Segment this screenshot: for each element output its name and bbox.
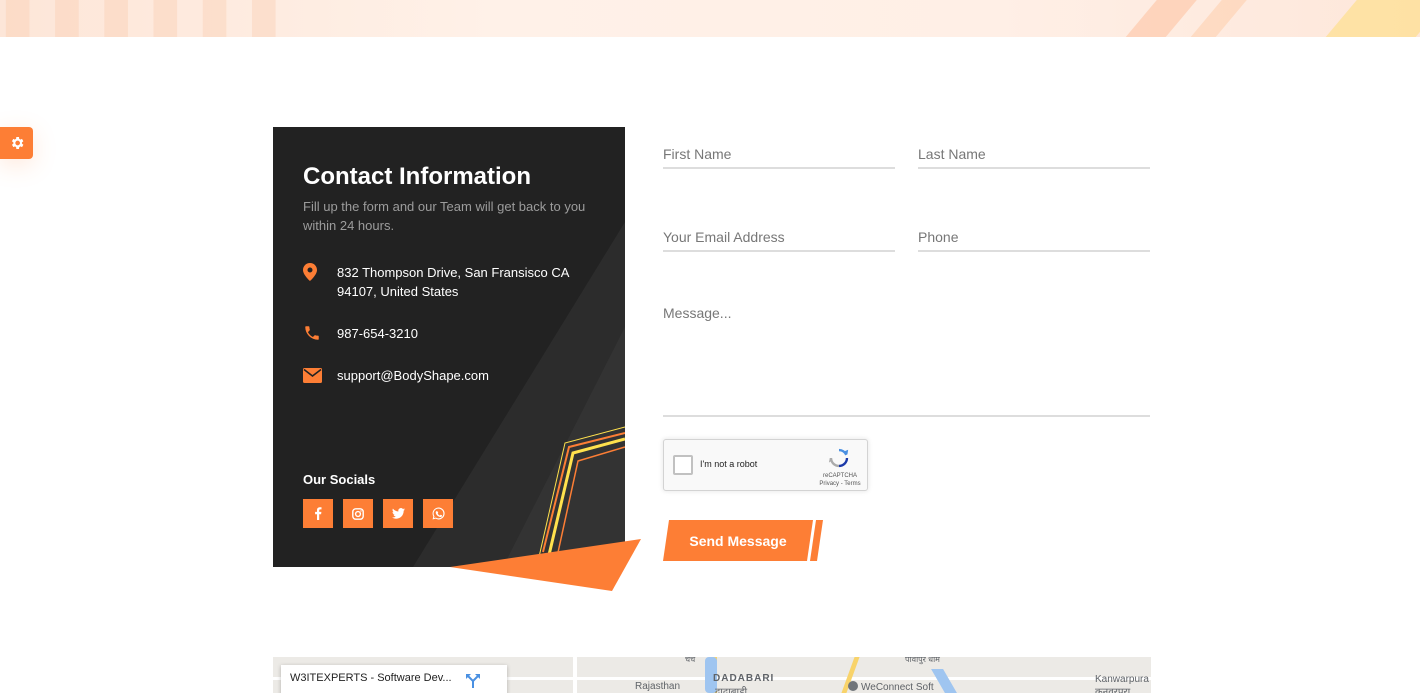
recaptcha-label: I'm not a robot xyxy=(700,459,758,469)
email-input[interactable] xyxy=(663,214,895,250)
map-pin-icon xyxy=(848,681,858,691)
recaptcha-widget: I'm not a robot reCAPTCHA Privacy - Term… xyxy=(663,439,868,491)
recaptcha-logo-icon xyxy=(828,448,849,468)
first-name-input[interactable] xyxy=(663,131,895,167)
location-pin-icon xyxy=(303,263,337,281)
phone-row: 987-654-3210 xyxy=(303,324,587,343)
instagram-button[interactable] xyxy=(343,499,373,528)
recaptcha-brand: reCAPTCHA xyxy=(822,473,857,479)
twitter-button[interactable] xyxy=(383,499,413,528)
directions-icon[interactable] xyxy=(465,673,481,689)
address-text: 832 Thompson Drive, San Fransisco CA 941… xyxy=(337,265,569,299)
gear-icon xyxy=(11,137,23,149)
phone-field[interactable] xyxy=(918,214,1150,252)
last-name-input[interactable] xyxy=(918,131,1150,167)
location-map[interactable]: Rajasthan DADABARI दादाबाड़ी WeConnect S… xyxy=(273,657,1151,693)
map-label-weconnect: WeConnect Soft xyxy=(848,681,934,693)
recaptcha-checkbox[interactable] xyxy=(673,455,693,475)
instagram-icon xyxy=(352,507,364,520)
banner-watermark: ▮▮▮▮▮▮ xyxy=(0,0,296,37)
phone-icon xyxy=(303,324,337,342)
address-row: 832 Thompson Drive, San Fransisco CA 941… xyxy=(303,263,587,301)
facebook-button[interactable] xyxy=(303,499,333,528)
map-place-card[interactable]: W3ITEXPERTS - Software Dev... xyxy=(281,665,507,693)
envelope-icon xyxy=(303,366,337,383)
map-label-pavapur: पावापुर धाम xyxy=(905,657,940,664)
contact-info-card: Contact Information Fill up the form and… xyxy=(273,127,625,567)
twitter-icon xyxy=(391,508,405,519)
contact-title: Contact Information xyxy=(303,163,531,190)
send-message-button[interactable]: Send Message xyxy=(663,520,823,561)
map-label-dadabari-hindi: दादाबाड़ी xyxy=(715,687,748,693)
recaptcha-brand-text: reCAPTCHA Privacy - Terms xyxy=(815,472,865,488)
phone-input[interactable] xyxy=(918,214,1150,250)
email-text[interactable]: support@BodyShape.com xyxy=(337,366,587,385)
map-label-weconnect-text: WeConnect Soft xyxy=(861,682,934,693)
top-banner: ▮▮▮▮▮▮ xyxy=(0,0,1420,37)
settings-gear-button[interactable] xyxy=(0,127,33,159)
map-label-church: चर्च xyxy=(685,657,696,664)
social-buttons xyxy=(303,499,453,528)
map-card-title[interactable]: W3ITEXPERTS - Software Dev... xyxy=(290,672,452,684)
message-textarea[interactable] xyxy=(663,296,1150,415)
phone-text[interactable]: 987-654-3210 xyxy=(337,324,587,343)
message-field[interactable] xyxy=(663,296,1150,417)
whatsapp-icon xyxy=(432,507,445,520)
last-name-field[interactable] xyxy=(918,131,1150,169)
recaptcha-links[interactable]: Privacy - Terms xyxy=(815,480,865,488)
facebook-icon xyxy=(315,507,322,520)
map-label-kanwarpura-hindi: कनवरपुरा xyxy=(1095,687,1131,693)
socials-title: Our Socials xyxy=(303,472,376,487)
orange-wedge-decoration xyxy=(450,539,641,591)
email-field[interactable] xyxy=(663,214,895,252)
contact-subtitle: Fill up the form and our Team will get b… xyxy=(303,199,586,233)
map-label-dadabari: DADABARI xyxy=(713,673,775,684)
first-name-field[interactable] xyxy=(663,131,895,169)
email-row: support@BodyShape.com xyxy=(303,366,587,385)
map-label-rajasthan: Rajasthan xyxy=(635,681,681,692)
send-button-label: Send Message xyxy=(689,532,787,549)
whatsapp-button[interactable] xyxy=(423,499,453,528)
